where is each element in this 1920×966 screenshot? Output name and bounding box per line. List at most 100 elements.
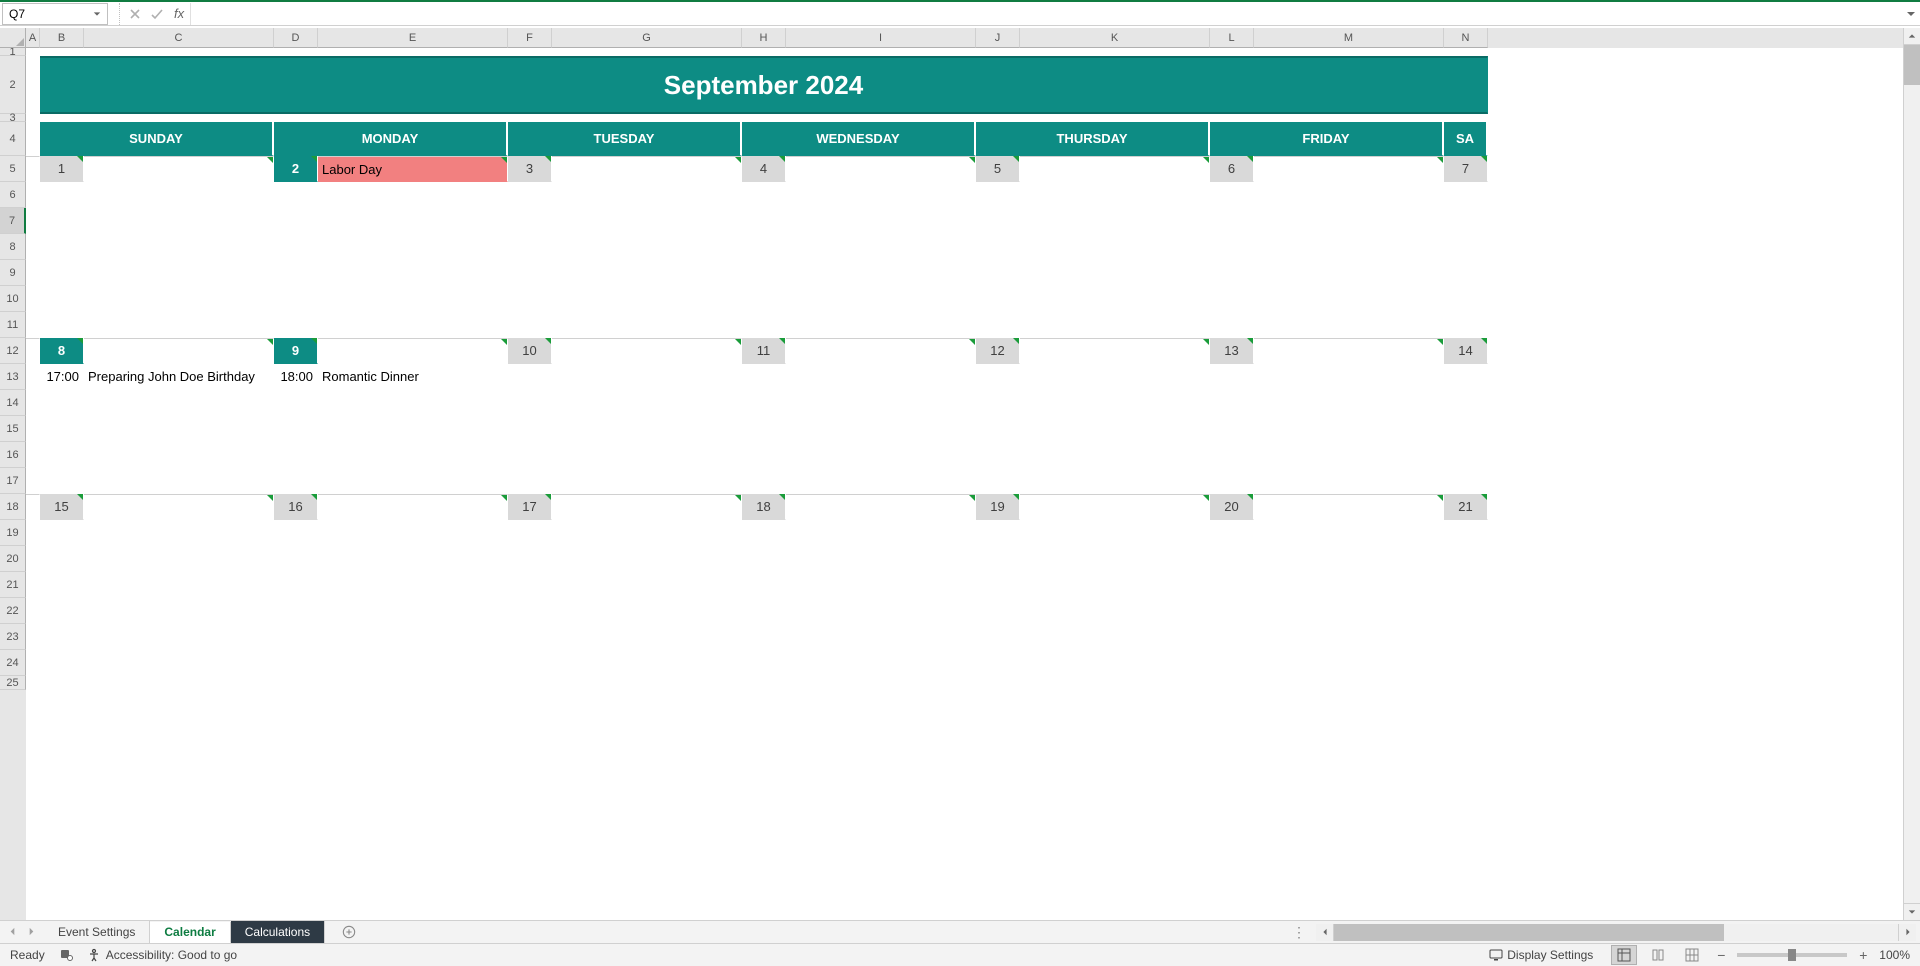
- row-head-3[interactable]: 3: [0, 114, 26, 122]
- macro-record-icon[interactable]: [59, 947, 73, 964]
- zoom-level[interactable]: 100%: [1879, 948, 1910, 962]
- col-head-L[interactable]: L: [1210, 28, 1254, 48]
- row-head-14[interactable]: 14: [0, 390, 26, 416]
- col-head-H[interactable]: H: [742, 28, 786, 48]
- day-16[interactable]: 16: [274, 494, 318, 520]
- row-head-7[interactable]: 7: [0, 208, 26, 234]
- zoom-slider[interactable]: [1737, 953, 1847, 957]
- row-head-16[interactable]: 16: [0, 442, 26, 468]
- day-20[interactable]: 20: [1210, 494, 1254, 520]
- scroll-up-icon[interactable]: [1904, 28, 1920, 45]
- row-head-1[interactable]: 1: [0, 48, 26, 56]
- enter-icon[interactable]: [146, 3, 168, 25]
- row-head-20[interactable]: 20: [0, 546, 26, 572]
- day-19[interactable]: 19: [976, 494, 1020, 520]
- tab-calendar[interactable]: Calendar: [150, 922, 230, 944]
- row-head-24[interactable]: 24: [0, 650, 26, 676]
- tab-calculations[interactable]: Calculations: [231, 921, 325, 943]
- display-settings-button[interactable]: Display Settings: [1479, 948, 1603, 962]
- row-head-12[interactable]: 12: [0, 338, 26, 364]
- zoom-handle[interactable]: [1788, 949, 1796, 961]
- day-12[interactable]: 12: [976, 338, 1020, 364]
- zoom-out-button[interactable]: −: [1713, 947, 1729, 963]
- accessibility-status[interactable]: Accessibility: Good to go: [87, 948, 237, 962]
- col-head-K[interactable]: K: [1020, 28, 1210, 48]
- day-21[interactable]: 21: [1444, 494, 1488, 520]
- vscroll-track[interactable]: [1904, 45, 1920, 903]
- day-1[interactable]: 1: [40, 156, 84, 182]
- day-9[interactable]: 9: [274, 338, 318, 364]
- row-head-25[interactable]: 25: [0, 676, 26, 690]
- col-head-N[interactable]: N: [1444, 28, 1488, 48]
- col-head-M[interactable]: M: [1254, 28, 1444, 48]
- formula-bar-expand[interactable]: [1902, 3, 1920, 25]
- row-head-9[interactable]: 9: [0, 260, 26, 286]
- row-head-15[interactable]: 15: [0, 416, 26, 442]
- col-head-J[interactable]: J: [976, 28, 1020, 48]
- row-head-17[interactable]: 17: [0, 468, 26, 494]
- view-page-break-icon[interactable]: [1679, 945, 1705, 965]
- hscroll-track[interactable]: [1333, 924, 1899, 941]
- row-head-8[interactable]: 8: [0, 234, 26, 260]
- col-head-C[interactable]: C: [84, 28, 274, 48]
- row-head-2[interactable]: 2: [0, 56, 26, 114]
- day-8[interactable]: 8: [40, 338, 84, 364]
- add-sheet-button[interactable]: [335, 921, 363, 943]
- row-head-13[interactable]: 13: [0, 364, 26, 390]
- scroll-left-icon[interactable]: [1316, 924, 1333, 941]
- scroll-right-icon[interactable]: [1899, 924, 1916, 941]
- col-head-F[interactable]: F: [508, 28, 552, 48]
- select-all-corner[interactable]: [0, 28, 26, 48]
- day-15[interactable]: 15: [40, 494, 84, 520]
- row-head-23[interactable]: 23: [0, 624, 26, 650]
- tab-event-settings[interactable]: Event Settings: [44, 921, 150, 943]
- day-5[interactable]: 5: [976, 156, 1020, 182]
- row-head-22[interactable]: 22: [0, 598, 26, 624]
- row-head-21[interactable]: 21: [0, 572, 26, 598]
- day-17[interactable]: 17: [508, 494, 552, 520]
- day-6[interactable]: 6: [1210, 156, 1254, 182]
- formula-input[interactable]: [190, 3, 1902, 25]
- scroll-down-icon[interactable]: [1904, 903, 1920, 920]
- row-head-5[interactable]: 5: [0, 156, 26, 182]
- day-3[interactable]: 3: [508, 156, 552, 182]
- row-head-18[interactable]: 18: [0, 494, 26, 520]
- col-head-I[interactable]: I: [786, 28, 976, 48]
- view-page-layout-icon[interactable]: [1645, 945, 1671, 965]
- tab-scroll-dots[interactable]: ⋮: [1282, 924, 1316, 941]
- day-13[interactable]: 13: [1210, 338, 1254, 364]
- cancel-icon[interactable]: [124, 3, 146, 25]
- row-head-6[interactable]: 6: [0, 182, 26, 208]
- horizontal-scrollbar[interactable]: [1316, 924, 1916, 941]
- tab-next-icon[interactable]: [27, 925, 36, 939]
- day-7[interactable]: 7: [1444, 156, 1488, 182]
- row-head-4[interactable]: 4: [0, 122, 26, 156]
- view-normal-icon[interactable]: [1611, 945, 1637, 965]
- tab-prev-icon[interactable]: [8, 925, 17, 939]
- dow-2: TUESDAY: [508, 122, 742, 156]
- event-time: 17:00: [40, 364, 84, 390]
- row-head-10[interactable]: 10: [0, 286, 26, 312]
- col-head-E[interactable]: E: [318, 28, 508, 48]
- dow-3: WEDNESDAY: [742, 122, 976, 156]
- fx-label[interactable]: fx: [168, 6, 190, 21]
- zoom-in-button[interactable]: +: [1855, 947, 1871, 963]
- row-head-11[interactable]: 11: [0, 312, 26, 338]
- vertical-scrollbar[interactable]: [1903, 28, 1920, 920]
- day-11[interactable]: 11: [742, 338, 786, 364]
- row-head-19[interactable]: 19: [0, 520, 26, 546]
- hscroll-thumb[interactable]: [1334, 924, 1724, 941]
- day-18[interactable]: 18: [742, 494, 786, 520]
- vscroll-thumb[interactable]: [1904, 45, 1920, 85]
- grid-body[interactable]: September 2024SUNDAYMONDAYTUESDAYWEDNESD…: [26, 48, 1920, 664]
- name-box-dropdown[interactable]: [89, 6, 105, 22]
- col-head-D[interactable]: D: [274, 28, 318, 48]
- day-4[interactable]: 4: [742, 156, 786, 182]
- col-head-A[interactable]: A: [26, 28, 40, 48]
- day-2[interactable]: 2: [274, 156, 318, 182]
- day-14[interactable]: 14: [1444, 338, 1488, 364]
- day-10[interactable]: 10: [508, 338, 552, 364]
- name-box[interactable]: Q7: [2, 3, 108, 25]
- col-head-B[interactable]: B: [40, 28, 84, 48]
- col-head-G[interactable]: G: [552, 28, 742, 48]
